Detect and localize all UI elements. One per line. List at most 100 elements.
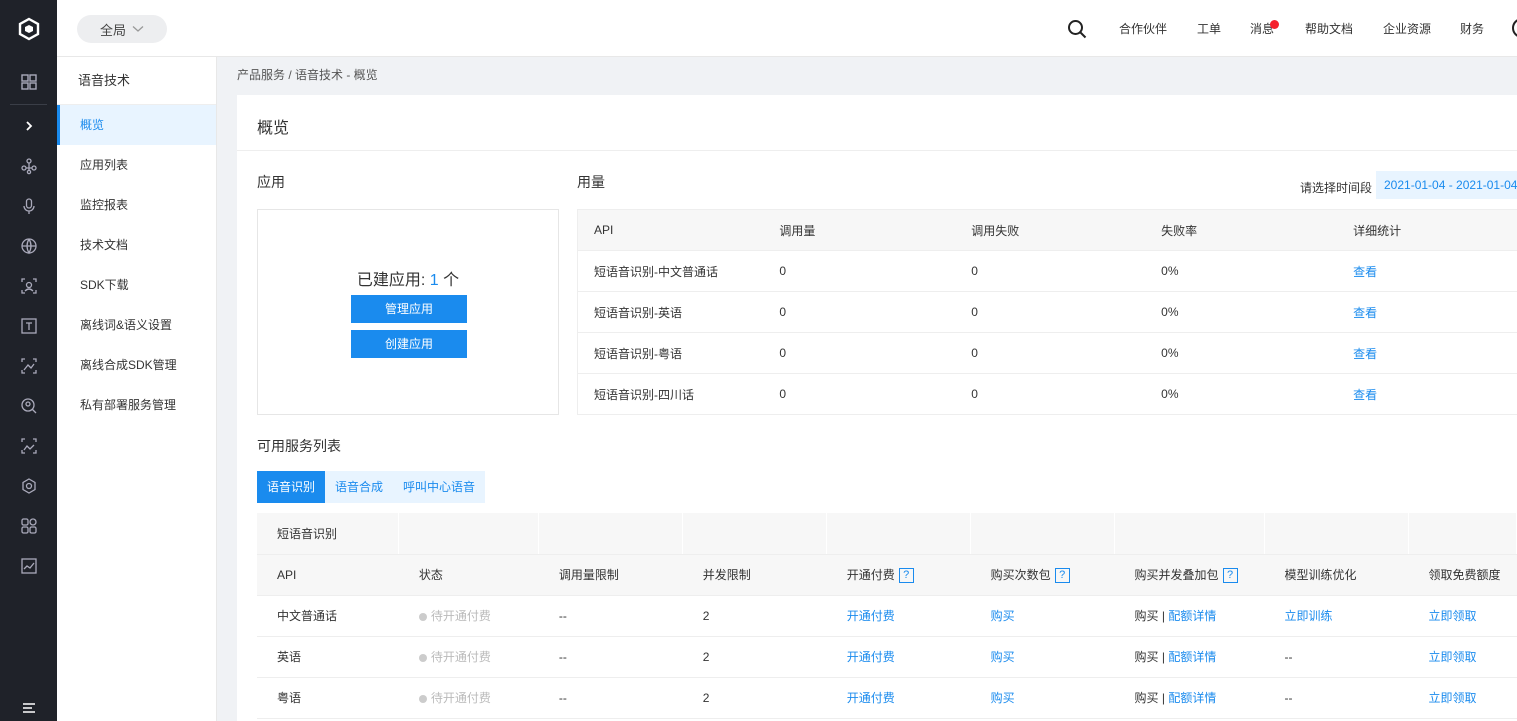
face-scan-icon[interactable] xyxy=(0,266,57,306)
enable-payment-link[interactable]: 开通付费 xyxy=(826,595,971,637)
usage-calls-cell: 0 xyxy=(763,291,956,333)
table-row: 短语音识别-中文普通话 0 0 0% 查看 xyxy=(577,250,1517,292)
buy-pack-link[interactable]: 购买 xyxy=(970,677,1115,719)
grid-icon[interactable] xyxy=(0,62,57,102)
nav-finance[interactable]: 财务 xyxy=(1460,0,1484,57)
side-item-sdk-download[interactable]: SDK下载 xyxy=(57,265,216,305)
view-details-link[interactable]: 查看 xyxy=(1337,373,1517,415)
enable-payment-link[interactable]: 开通付费 xyxy=(826,636,971,678)
buy-concurrency-cell: 购买 | 配额详情 xyxy=(1114,595,1265,637)
usage-rate-cell: 0% xyxy=(1145,291,1338,333)
time-range-label: 请选择时间段 xyxy=(1300,181,1373,195)
service-header-buy-concurrency: 购买并发叠加包? xyxy=(1114,554,1265,596)
app-count-unit: 个 xyxy=(438,272,460,289)
quota-details-link[interactable]: 配额详情 xyxy=(1168,691,1216,705)
quota-details-link[interactable]: 配额详情 xyxy=(1168,609,1216,623)
scope-selector[interactable]: 全局 xyxy=(77,15,167,43)
side-item-private-deploy[interactable]: 私有部署服务管理 xyxy=(57,385,216,425)
service-header-buy-pack-label: 购买次数包 xyxy=(990,567,1051,582)
app-count-value: 1 xyxy=(429,272,439,289)
group-spacer xyxy=(398,513,540,555)
tab-speech-recognition[interactable]: 语音识别 xyxy=(257,471,326,503)
buy-pack-link[interactable]: 购买 xyxy=(970,636,1115,678)
usage-calls-cell: 0 xyxy=(763,332,956,374)
nav-messages[interactable]: 消息 xyxy=(1250,0,1274,57)
landscape-scan-icon[interactable] xyxy=(0,426,57,466)
microphone-icon[interactable] xyxy=(0,186,57,226)
manage-apps-button[interactable]: 管理应用 xyxy=(351,295,467,323)
usage-calls-cell: 0 xyxy=(763,373,956,415)
usage-header-details: 详细统计 xyxy=(1337,209,1517,251)
search-face-icon[interactable] xyxy=(0,386,57,426)
service-group-row: 短语音识别 xyxy=(257,513,1517,555)
service-limit-cell: -- xyxy=(538,636,683,678)
table-row: 短语音识别-粤语 0 0 0% 查看 xyxy=(577,332,1517,374)
service-api-cell: 中文普通话 xyxy=(257,595,399,637)
enable-payment-link[interactable]: 开通付费 xyxy=(826,677,971,719)
view-details-link[interactable]: 查看 xyxy=(1337,291,1517,333)
view-details-link[interactable]: 查看 xyxy=(1337,332,1517,374)
time-range-picker[interactable]: 2021-01-04 - 2021-01-04 xyxy=(1376,171,1517,199)
status-dot xyxy=(418,694,427,703)
service-header-pay: 开通付费? xyxy=(826,554,971,596)
side-item-tech-docs[interactable]: 技术文档 xyxy=(57,225,216,265)
tab-call-center[interactable]: 呼叫中心语音 xyxy=(393,471,486,503)
nav-tickets[interactable]: 工单 xyxy=(1197,0,1221,57)
scope-label: 全局 xyxy=(99,22,126,38)
usage-failures-cell: 0 xyxy=(955,250,1146,292)
usage-failures-cell: 0 xyxy=(955,373,1146,415)
service-header-status: 状态 xyxy=(398,554,539,596)
rail-divider xyxy=(10,104,47,105)
service-header-buy-pack: 购买次数包? xyxy=(970,554,1115,596)
claim-free-link[interactable]: 立即领取 xyxy=(1408,677,1517,719)
search-icon[interactable] xyxy=(1067,0,1087,57)
logo-icon[interactable] xyxy=(0,0,57,57)
train-cell: -- xyxy=(1264,636,1409,678)
globe-icon[interactable] xyxy=(0,226,57,266)
nav-help-docs[interactable]: 帮助文档 xyxy=(1305,0,1353,57)
side-item-offline-tts-sdk[interactable]: 离线合成SDK管理 xyxy=(57,345,216,385)
tab-speech-synthesis[interactable]: 语音合成 xyxy=(325,471,394,503)
side-item-monitor-report[interactable]: 监控报表 xyxy=(57,185,216,225)
picture-icon[interactable] xyxy=(0,546,57,586)
nav-enterprise-resources[interactable]: 企业资源 xyxy=(1383,0,1431,57)
expand-chevron-icon[interactable] xyxy=(0,106,57,146)
claim-free-link[interactable]: 立即领取 xyxy=(1408,595,1517,637)
usage-api-cell: 短语音识别-中文普通话 xyxy=(577,250,764,292)
quota-details-link[interactable]: 配额详情 xyxy=(1168,650,1216,664)
create-app-button[interactable]: 创建应用 xyxy=(351,330,467,358)
image-scan-icon[interactable] xyxy=(0,346,57,386)
buy-concurrency-cell: 购买 | 配额详情 xyxy=(1114,636,1265,678)
app-count: 已建应用: 1 个 xyxy=(258,266,558,290)
table-row: 英语 待开通付费 -- 2 开通付费 购买 购买 | 配额详情 -- 立即领取 xyxy=(257,636,1517,678)
usage-failures-cell: 0 xyxy=(955,332,1146,374)
help-icon[interactable]: ? xyxy=(1054,568,1070,584)
apps-card: 已建应用: 1 个 管理应用 创建应用 xyxy=(257,209,559,415)
service-status: 待开通付费 xyxy=(398,595,539,637)
side-item-offline-words[interactable]: 离线词&语义设置 xyxy=(57,305,216,345)
help-icon[interactable]: ? xyxy=(898,568,914,584)
cube-icon[interactable] xyxy=(0,466,57,506)
service-header-training: 模型训练优化 xyxy=(1264,554,1409,596)
nav-partners[interactable]: 合作伙伴 xyxy=(1119,0,1167,57)
service-header-row: API 状态 调用量限制 并发限制 开通付费? 购买次数包? 购买并发叠加包? … xyxy=(257,554,1517,596)
service-status: 待开通付费 xyxy=(398,677,539,719)
status-text: 待开通付费 xyxy=(430,691,491,705)
view-details-link[interactable]: 查看 xyxy=(1337,250,1517,292)
buy-concurrency-text: 购买 xyxy=(1134,609,1159,623)
claim-free-link[interactable]: 立即领取 xyxy=(1408,636,1517,678)
side-item-app-list[interactable]: 应用列表 xyxy=(57,145,216,185)
network-icon[interactable] xyxy=(0,146,57,186)
menu-icon[interactable] xyxy=(0,694,57,721)
usage-api-cell: 短语音识别-粤语 xyxy=(577,332,764,374)
group-spacer xyxy=(1114,513,1266,555)
help-icon[interactable]: ? xyxy=(1222,568,1238,584)
avatar[interactable] xyxy=(1512,18,1517,38)
side-item-overview[interactable]: 概览 xyxy=(57,105,216,145)
text-box-icon[interactable] xyxy=(0,306,57,346)
buy-pack-link[interactable]: 购买 xyxy=(970,595,1115,637)
train-now-link[interactable]: 立即训练 xyxy=(1264,595,1409,637)
status-dot xyxy=(418,653,427,662)
apps-icon[interactable] xyxy=(0,506,57,546)
service-limit-cell: -- xyxy=(538,595,683,637)
